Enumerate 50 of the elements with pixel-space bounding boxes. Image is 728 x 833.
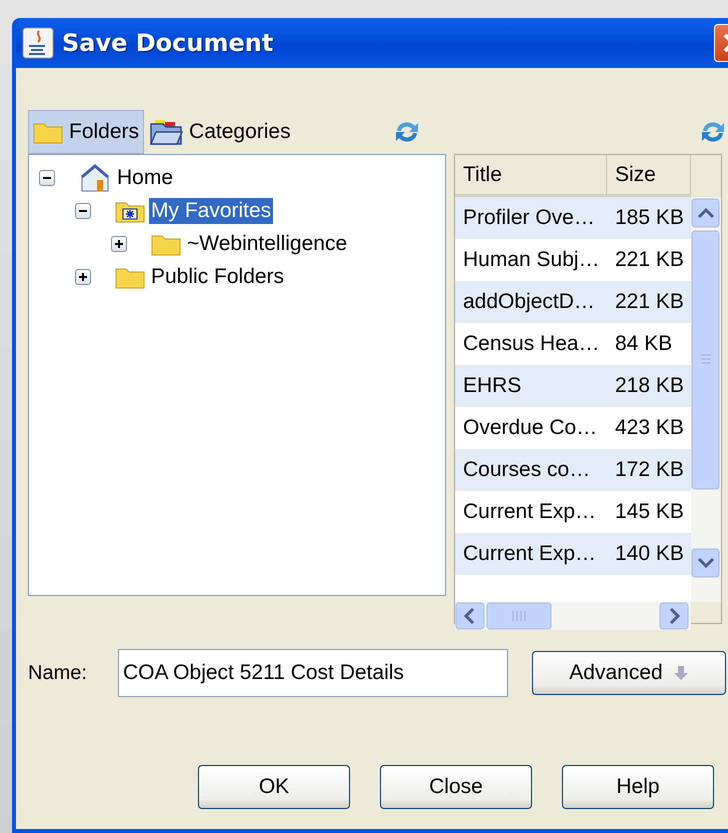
expand-toggle[interactable] [111,236,127,252]
table-cell-text: EHRS [462,374,522,398]
table-row[interactable]: Profiler Ove… 185 KB [455,197,691,239]
dialog-button[interactable]: OK [198,765,350,809]
table-cell-text: Current Exp… [462,542,598,566]
vertical-scrollbar[interactable] [691,197,721,602]
tree-item[interactable]: My Favorites [149,198,274,224]
table-cell-text: Human Subj… [462,248,601,272]
table-cell-text: Census Hea… [462,332,601,356]
dialog-button[interactable]: Close [380,765,532,809]
table-cell-text: 218 KB [614,374,685,398]
table-row[interactable]: EHRS 218 KB [455,365,691,407]
expand-toggle[interactable] [75,202,91,218]
horizontal-scrollbar[interactable] [455,602,691,630]
tree-item[interactable]: ~Webintelligence [185,230,350,256]
window-title: Save Document [62,29,274,57]
table-cell-text: 221 KB [614,290,685,314]
table-cell-text: 145 KB [614,500,685,524]
table-cell-text: 140 KB [614,542,685,566]
table-cell-text: 172 KB [614,458,685,482]
table-cell-text: 423 KB [614,416,685,440]
table-cell-text: 185 KB [614,206,685,230]
plus-icon [114,238,124,248]
expand-toggle[interactable] [75,268,91,284]
table-cell-text: Courses co… [462,458,592,482]
column-header[interactable]: Size [607,155,691,195]
folder-stack-icon [149,118,184,146]
table-row[interactable]: addObjectD… 221 KB [455,281,691,323]
tree-item[interactable]: Public Folders [149,264,286,290]
table-cell-text: Profiler Ove… [462,206,596,230]
advanced-button[interactable]: Advanced [532,651,726,695]
tree-item[interactable]: Home [115,164,176,190]
tab[interactable]: Folders [28,110,144,154]
expand-toggle[interactable] [39,170,55,186]
plus-icon [78,272,88,282]
down-arrow-icon [672,665,689,681]
table-row[interactable]: Courses co… 172 KB [455,449,691,491]
house-icon [79,162,111,192]
table-row[interactable]: Current Exp… 140 KB [455,533,691,575]
table-cell-text: Overdue Co… [462,416,598,440]
name-field[interactable]: COA Object 5211 Cost Details [118,649,508,697]
app-icon [22,27,54,59]
table-cell-text: addObjectD… [462,290,596,314]
table-cell-text: 84 KB [614,332,674,356]
table-cell-text: 221 KB [614,248,685,272]
column-header[interactable]: Title [455,155,607,195]
dialog-button[interactable]: Help [562,765,714,809]
tab[interactable]: Categories [144,110,296,154]
name-label: Name: [28,662,88,684]
table-cell-text: Current Exp… [462,500,598,524]
